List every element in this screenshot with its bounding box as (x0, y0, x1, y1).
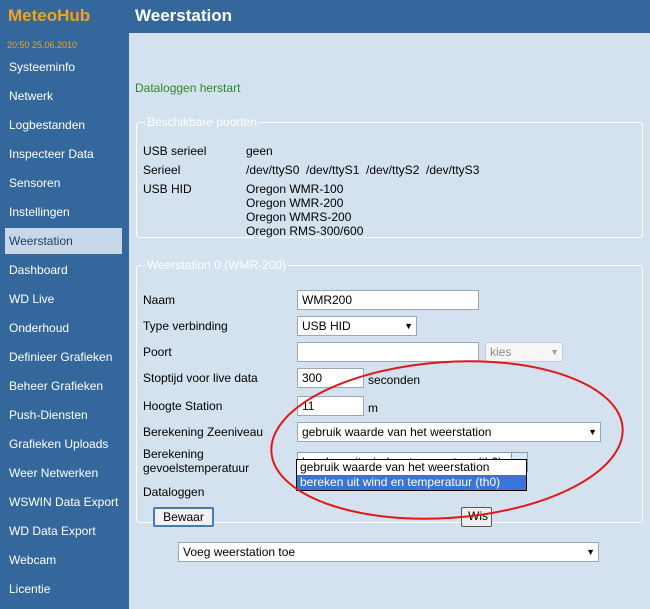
page-header: Weerstation (129, 0, 650, 33)
sidebar-item-weerstation[interactable]: Weerstation (5, 228, 122, 254)
stop-time-input[interactable]: 300 (297, 368, 364, 388)
name-input[interactable]: WMR200 (297, 290, 479, 310)
main-content: Dataloggen herstart Beschikbare poorten … (129, 33, 650, 609)
port-label: Poort (143, 345, 172, 359)
chevron-down-icon: ▼ (404, 321, 413, 331)
station-height-label: Hoogte Station (143, 399, 223, 413)
name-label: Naam (143, 293, 176, 307)
status-message: Dataloggen herstart (135, 81, 241, 95)
sidebar-item-beheer-grafieken[interactable]: Beheer Grafieken (0, 372, 129, 401)
station-legend: Weerstation 0 (WMR-200) (147, 258, 287, 272)
sidebar-item-webcam[interactable]: Webcam (0, 546, 129, 575)
add-station-select-value: Voeg weerstation toe (183, 545, 296, 559)
feels-like-label-line2: gevoelstemperatuur (143, 461, 250, 475)
station-height-unit: m (368, 401, 378, 415)
feels-like-option-selected[interactable]: bereken uit wind en temperatuur (th0) (297, 475, 526, 490)
connection-select-value: USB HID (302, 319, 351, 333)
serial-port: /dev/ttyS2 (366, 163, 420, 177)
usb-hid-device: Oregon WMRS-200 (246, 210, 352, 224)
usb-serial-label: USB serieel (143, 144, 207, 158)
sidebar-item-dashboard[interactable]: Dashboard (0, 256, 129, 285)
sidebar-item-netwerk[interactable]: Netwerk (0, 82, 129, 111)
sidebar-item-onderhoud[interactable]: Onderhoud (0, 314, 129, 343)
usb-serial-value: geen (246, 144, 273, 158)
feels-like-option[interactable]: gebruik waarde van het weerstation (297, 460, 526, 475)
sidebar-item-definieer-grafieken[interactable]: Definieer Grafieken (0, 343, 129, 372)
usb-hid-label: USB HID (143, 182, 192, 196)
connection-label: Type verbinding (143, 319, 228, 333)
clock: 20:50 25.06.2010 (7, 40, 78, 50)
feels-like-dropdown: gebruik waarde van het weerstation berek… (296, 459, 527, 491)
feels-like-label-line1: Berekening (143, 447, 204, 461)
usb-hid-device: Oregon WMR-100 (246, 182, 344, 196)
serial-port: /dev/ttyS1 (306, 163, 360, 177)
ports-fieldset: Beschikbare poorten USB serieel geen Ser… (136, 115, 643, 238)
sidebar-item-wd-live[interactable]: WD Live (0, 285, 129, 314)
serial-port: /dev/ttyS0 (246, 163, 300, 177)
serial-port: /dev/ttyS3 (426, 163, 480, 177)
add-station-select[interactable]: Voeg weerstation toe ▼ (178, 542, 599, 562)
chevron-down-icon: ▼ (550, 347, 559, 357)
sidebar-item-sensoren[interactable]: Sensoren (0, 169, 129, 198)
delete-button[interactable]: Wis (461, 507, 492, 527)
port-input[interactable] (297, 342, 479, 362)
sidebar-item-wd-data-export[interactable]: WD Data Export (0, 517, 129, 546)
usb-hid-device: Oregon RMS-300/600 (246, 224, 364, 238)
sidebar-item-systeeminfo[interactable]: Systeeminfo (0, 53, 129, 82)
page-title: Weerstation (135, 6, 232, 25)
stop-time-unit: seconden (368, 373, 421, 387)
sidebar-item-instellingen[interactable]: Instellingen (0, 198, 129, 227)
chevron-down-icon: ▼ (588, 427, 597, 437)
sealevel-label: Berekening Zeeniveau (143, 425, 264, 439)
sidebar-item-logbestanden[interactable]: Logbestanden (0, 111, 129, 140)
sealevel-select-value: gebruik waarde van het weerstation (302, 425, 492, 439)
ports-legend: Beschikbare poorten (147, 115, 258, 129)
sidebar: MeteoHub 20:50 25.06.2010 Systeeminfo Ne… (0, 0, 129, 609)
port-picker-value: kies (490, 345, 512, 359)
save-button[interactable]: Bewaar (153, 507, 214, 527)
connection-select[interactable]: USB HID ▼ (297, 316, 417, 336)
port-picker-select[interactable]: kies ▼ (485, 342, 563, 362)
usb-hid-device: Oregon WMR-200 (246, 196, 344, 210)
serial-label: Serieel (143, 163, 181, 177)
station-height-input[interactable]: 11 (297, 396, 364, 416)
sidebar-item-licentie[interactable]: Licentie (0, 575, 129, 604)
sealevel-select[interactable]: gebruik waarde van het weerstation ▼ (297, 422, 601, 442)
sidebar-item-weer-netwerken[interactable]: Weer Netwerken (0, 459, 129, 488)
stop-time-label: Stoptijd voor live data (143, 371, 258, 385)
datalogger-label: Dataloggen (143, 485, 205, 499)
sidebar-item-push-diensten[interactable]: Push-Diensten (0, 401, 129, 430)
sidebar-item-grafieken-uploads[interactable]: Grafieken Uploads (0, 430, 129, 459)
brand-logo: MeteoHub (8, 6, 91, 25)
sidebar-item-wswin-data-export[interactable]: WSWIN Data Export (0, 488, 129, 517)
sidebar-nav: Systeeminfo Netwerk Logbestanden Inspect… (0, 53, 129, 604)
sidebar-item-inspecteer-data[interactable]: Inspecteer Data (0, 140, 129, 169)
chevron-down-icon: ▼ (586, 547, 595, 557)
